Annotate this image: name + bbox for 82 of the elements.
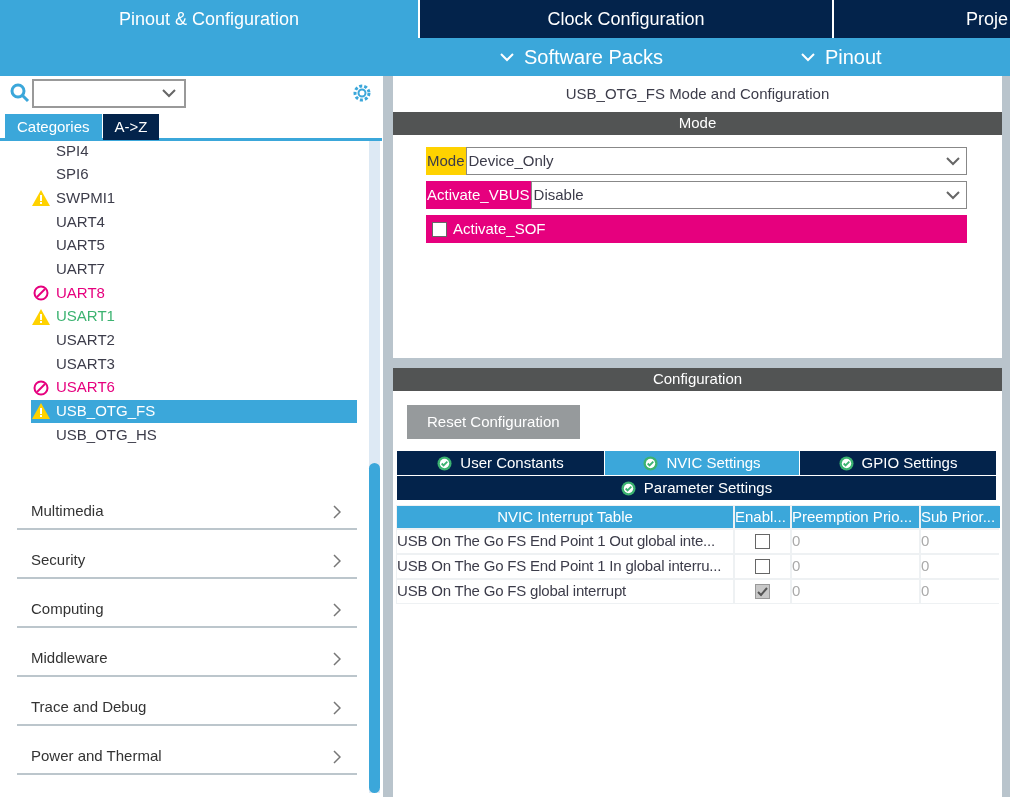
category-item[interactable]: Power and Thermal: [17, 725, 357, 775]
peripheral-item[interactable]: UART8: [31, 281, 357, 305]
search-field[interactable]: [32, 78, 186, 108]
blocked-icon: [33, 379, 49, 396]
peripheral-item[interactable]: SPI4: [31, 139, 357, 163]
warning-icon: [32, 403, 50, 420]
search-icon: [10, 83, 30, 103]
table-cell: 0: [792, 580, 919, 603]
select-field[interactable]: Disable: [530, 181, 967, 209]
checkbox[interactable]: [755, 559, 770, 574]
checkbox[interactable]: [432, 221, 447, 237]
dropdown-icon: [946, 156, 960, 166]
top-tab[interactable]: Clock Configuration: [420, 0, 832, 38]
table-cell: USB On The Go FS global interrupt: [397, 580, 733, 603]
table-cell: USB On The Go FS End Point 1 In global interru...: [397, 555, 733, 578]
chevron-right-icon: [333, 553, 341, 568]
peripheral-label: USART1: [56, 306, 115, 327]
category-item[interactable]: Multimedia: [17, 480, 357, 530]
check-circle-icon: [643, 455, 659, 471]
peripheral-item[interactable]: USART2: [31, 328, 357, 353]
check-icon: [757, 586, 768, 597]
config-tab[interactable]: Parameter Settings: [397, 476, 996, 500]
category-item[interactable]: Middleware: [17, 627, 357, 677]
table-cell: 0: [921, 555, 1000, 578]
config-tab[interactable]: User Constants: [397, 451, 604, 475]
dropdown-icon: [946, 190, 960, 200]
table-cell: 0: [792, 530, 919, 553]
table-cell: 0: [792, 555, 919, 578]
check-circle-icon: [838, 455, 854, 471]
scrollbar[interactable]: [369, 141, 380, 793]
peripheral-label: UART8: [56, 282, 105, 303]
peripheral-label: USART3: [56, 353, 115, 374]
peripheral-item[interactable]: SWPMI1: [31, 186, 357, 211]
section-header: Mode: [393, 112, 1002, 135]
warning-icon: [32, 190, 50, 207]
chevron-right-icon: [333, 749, 341, 764]
peripheral-label: SPI4: [56, 140, 89, 161]
peripheral-item[interactable]: UART4: [31, 210, 357, 234]
peripheral-item[interactable]: UART7: [31, 257, 357, 282]
chevron-right-icon: [333, 651, 341, 666]
section-header: Configuration: [393, 368, 1002, 391]
peripheral-label: UART4: [56, 211, 105, 232]
field-label: Activate_VBUS: [426, 181, 531, 209]
peripheral-label: USART2: [56, 330, 115, 351]
peripheral-item[interactable]: SPI6: [31, 162, 357, 187]
peripheral-label: USB_OTG_HS: [56, 424, 157, 445]
peripheral-label: USART6: [56, 377, 115, 398]
table-cell: 0: [921, 530, 1000, 553]
field-label: Mode: [426, 147, 466, 175]
chevron-down-icon: [800, 52, 815, 62]
table-cell: 0: [921, 580, 1000, 603]
peripheral-label: SPI6: [56, 164, 89, 185]
peripheral-item[interactable]: USART3: [31, 352, 357, 376]
chevron-down-icon: [500, 52, 514, 62]
blocked-icon: [33, 284, 49, 301]
top-tab[interactable]: Proje: [834, 0, 1010, 38]
check-circle-icon: [620, 480, 636, 496]
peripheral-item[interactable]: UART5: [31, 233, 357, 258]
config-tab[interactable]: GPIO Settings: [800, 451, 996, 475]
peripheral-label: UART7: [56, 259, 105, 280]
check-circle-icon: [437, 455, 453, 471]
chevron-right-icon: [333, 602, 341, 617]
chevron-right-icon: [333, 700, 341, 715]
select-field[interactable]: Device_Only: [465, 147, 967, 175]
checkbox-row[interactable]: Activate_SOF: [426, 215, 967, 243]
settings-icon[interactable]: [351, 82, 373, 104]
category-item[interactable]: Trace and Debug: [17, 676, 357, 726]
category-item[interactable]: Security: [17, 529, 357, 579]
warning-icon: [32, 308, 50, 325]
peripheral-item[interactable]: USART6: [31, 375, 357, 400]
peripheral-item[interactable]: USB_OTG_HS: [31, 423, 357, 447]
view-tab[interactable]: A->Z: [102, 114, 160, 140]
peripheral-label: USB_OTG_FS: [56, 401, 156, 422]
panel-title: USB_OTG_FS Mode and Configuration: [564, 83, 831, 104]
dropdown-icon: [162, 88, 176, 98]
chevron-right-icon: [333, 504, 341, 519]
peripheral-label: UART5: [56, 235, 105, 256]
category-item[interactable]: Computing: [17, 578, 357, 628]
scrollbar-thumb[interactable]: [369, 463, 380, 793]
table-cell: USB On The Go FS End Point 1 Out global inte...: [397, 530, 733, 553]
peripheral-label: SWPMI1: [56, 187, 116, 208]
checkbox[interactable]: [755, 534, 770, 549]
